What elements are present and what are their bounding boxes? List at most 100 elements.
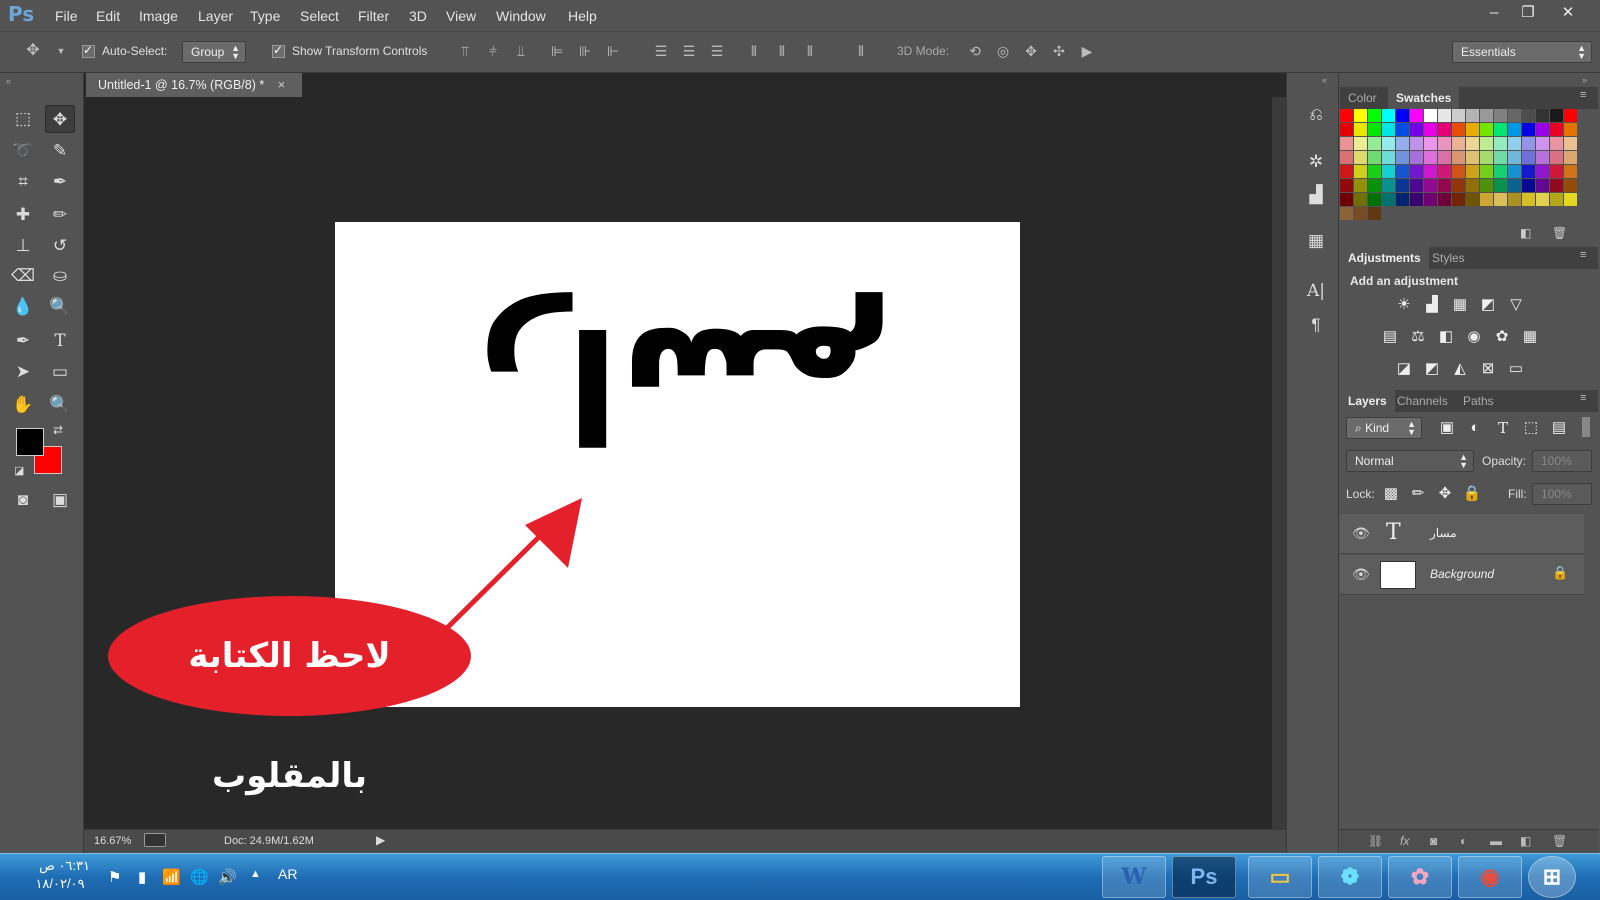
color-swatch[interactable]	[1550, 123, 1563, 136]
color-swatch[interactable]	[1494, 207, 1507, 220]
taskbar-word-button[interactable]: W	[1102, 856, 1166, 898]
histogram-panel-icon[interactable]: ▟	[1305, 184, 1327, 206]
color-swatch[interactable]	[1410, 151, 1423, 164]
color-swatch[interactable]	[1522, 207, 1535, 220]
color-swatch[interactable]	[1536, 123, 1549, 136]
color-swatch[interactable]	[1396, 109, 1409, 122]
color-swatch[interactable]	[1354, 165, 1367, 178]
color-swatch[interactable]	[1396, 151, 1409, 164]
color-swatch[interactable]	[1508, 207, 1521, 220]
color-swatch[interactable]	[1466, 123, 1479, 136]
panel-menu-icon[interactable]: ≡	[1580, 392, 1586, 404]
color-swatch[interactable]	[1368, 151, 1381, 164]
menu-filter[interactable]: Filter	[358, 8, 389, 24]
color-swatch[interactable]	[1564, 109, 1577, 122]
new-group-icon[interactable]: ▬	[1490, 834, 1502, 848]
color-swatch[interactable]	[1550, 193, 1563, 206]
zoom-level[interactable]: 16.67%	[94, 835, 131, 847]
color-swatch[interactable]	[1396, 165, 1409, 178]
color-swatch[interactable]	[1452, 179, 1465, 192]
color-swatch[interactable]	[1550, 165, 1563, 178]
color-swatch[interactable]	[1438, 179, 1451, 192]
menu-image[interactable]: Image	[139, 8, 178, 24]
color-swatch[interactable]	[1564, 193, 1577, 206]
color-swatch[interactable]	[1550, 207, 1563, 220]
lock-pixels-icon[interactable]: ✏	[1407, 483, 1429, 505]
panel-menu-icon[interactable]: ≡	[1580, 249, 1586, 261]
color-swatch[interactable]	[1424, 109, 1437, 122]
paragraph-panel-icon[interactable]: ¶	[1305, 314, 1327, 336]
brightness-contrast-icon[interactable]: ☀	[1393, 294, 1415, 316]
color-swatch[interactable]	[1452, 207, 1465, 220]
align-top-icon[interactable]: ⫪	[456, 42, 474, 60]
type-tool-icon[interactable]: T	[45, 327, 75, 355]
color-swatch[interactable]	[1340, 151, 1353, 164]
color-swatch[interactable]	[1494, 137, 1507, 150]
color-swatch[interactable]	[1564, 151, 1577, 164]
color-swatch[interactable]	[1382, 193, 1395, 206]
language-indicator[interactable]: AR	[278, 866, 297, 882]
color-swatch[interactable]	[1536, 207, 1549, 220]
color-swatch[interactable]	[1452, 123, 1465, 136]
auto-select-dropdown[interactable]: Group ▲ ▼	[182, 41, 246, 63]
color-swatch[interactable]	[1424, 123, 1437, 136]
hand-tool-icon[interactable]: ✋	[8, 391, 38, 419]
delete-swatch-icon[interactable]: 🗑	[1552, 226, 1567, 240]
3d-scale-icon[interactable]: ▶	[1078, 42, 1096, 60]
color-swatch[interactable]	[1396, 179, 1409, 192]
color-swatch[interactable]	[1522, 109, 1535, 122]
color-swatch[interactable]	[1410, 137, 1423, 150]
color-swatch[interactable]	[1438, 151, 1451, 164]
filter-toggle[interactable]	[1582, 417, 1590, 437]
lasso-tool-icon[interactable]: ➰	[8, 137, 38, 165]
auto-select-checkbox[interactable]	[82, 43, 95, 59]
new-adjustment-layer-icon[interactable]: ◐	[1460, 834, 1467, 848]
brush-tool-icon[interactable]: ✏	[45, 201, 75, 229]
color-swatch[interactable]	[1536, 165, 1549, 178]
color-swatch[interactable]	[1424, 137, 1437, 150]
layer-name[interactable]: Background	[1430, 567, 1494, 581]
color-swatch[interactable]	[1340, 193, 1353, 206]
color-swatch[interactable]	[1466, 109, 1479, 122]
move-tool-icon[interactable]: ✥	[45, 105, 75, 133]
color-swatch[interactable]	[1424, 165, 1437, 178]
color-swatch[interactable]	[1522, 179, 1535, 192]
color-swatch[interactable]	[1466, 207, 1479, 220]
3d-slide-icon[interactable]: ✣	[1050, 42, 1068, 60]
quick-mask-icon[interactable]: ◙	[8, 486, 38, 514]
filter-smart-object-icon[interactable]: ▤	[1548, 417, 1570, 439]
battery-icon[interactable]: ▮	[138, 868, 146, 886]
tab-swatches[interactable]: Swatches	[1388, 87, 1460, 109]
color-swatch[interactable]	[1494, 165, 1507, 178]
color-swatch[interactable]	[1368, 179, 1381, 192]
color-swatch[interactable]	[1424, 179, 1437, 192]
color-swatch[interactable]	[1466, 165, 1479, 178]
marquee-tool-icon[interactable]: ⬚	[8, 105, 38, 133]
color-swatch[interactable]	[1438, 165, 1451, 178]
visibility-eye-icon[interactable]: 👁	[1352, 525, 1370, 542]
color-swatch[interactable]	[1354, 151, 1367, 164]
levels-icon[interactable]: ▟	[1421, 294, 1443, 316]
color-swatch[interactable]	[1480, 207, 1493, 220]
new-swatch-icon[interactable]: ◧	[1520, 226, 1531, 240]
collapse-panel-icon[interactable]: «	[6, 76, 11, 86]
color-swatch[interactable]	[1452, 193, 1465, 206]
align-left-icon[interactable]: ⊫	[548, 42, 566, 60]
color-balance-icon[interactable]: ⚖	[1407, 326, 1429, 348]
photo-filter-icon[interactable]: ◉	[1463, 326, 1485, 348]
color-swatch[interactable]	[1382, 165, 1395, 178]
distribute-left-icon[interactable]: ⦀	[745, 42, 763, 60]
lock-transparent-icon[interactable]: ▩	[1380, 483, 1402, 505]
color-swatch[interactable]	[1536, 179, 1549, 192]
healing-brush-tool-icon[interactable]: ✚	[8, 201, 38, 229]
color-swatch[interactable]	[1368, 165, 1381, 178]
color-swatch[interactable]	[1452, 165, 1465, 178]
color-swatch[interactable]	[1508, 179, 1521, 192]
menu-file[interactable]: File	[55, 8, 78, 24]
3d-rotate-icon[interactable]: ⟲	[966, 42, 984, 60]
color-swatch[interactable]	[1368, 193, 1381, 206]
default-colors-icon[interactable]: ◪	[14, 464, 24, 477]
color-swatch[interactable]	[1396, 207, 1409, 220]
close-tab-icon[interactable]: ×	[278, 78, 285, 92]
filter-pixel-icon[interactable]: ▣	[1436, 417, 1458, 439]
